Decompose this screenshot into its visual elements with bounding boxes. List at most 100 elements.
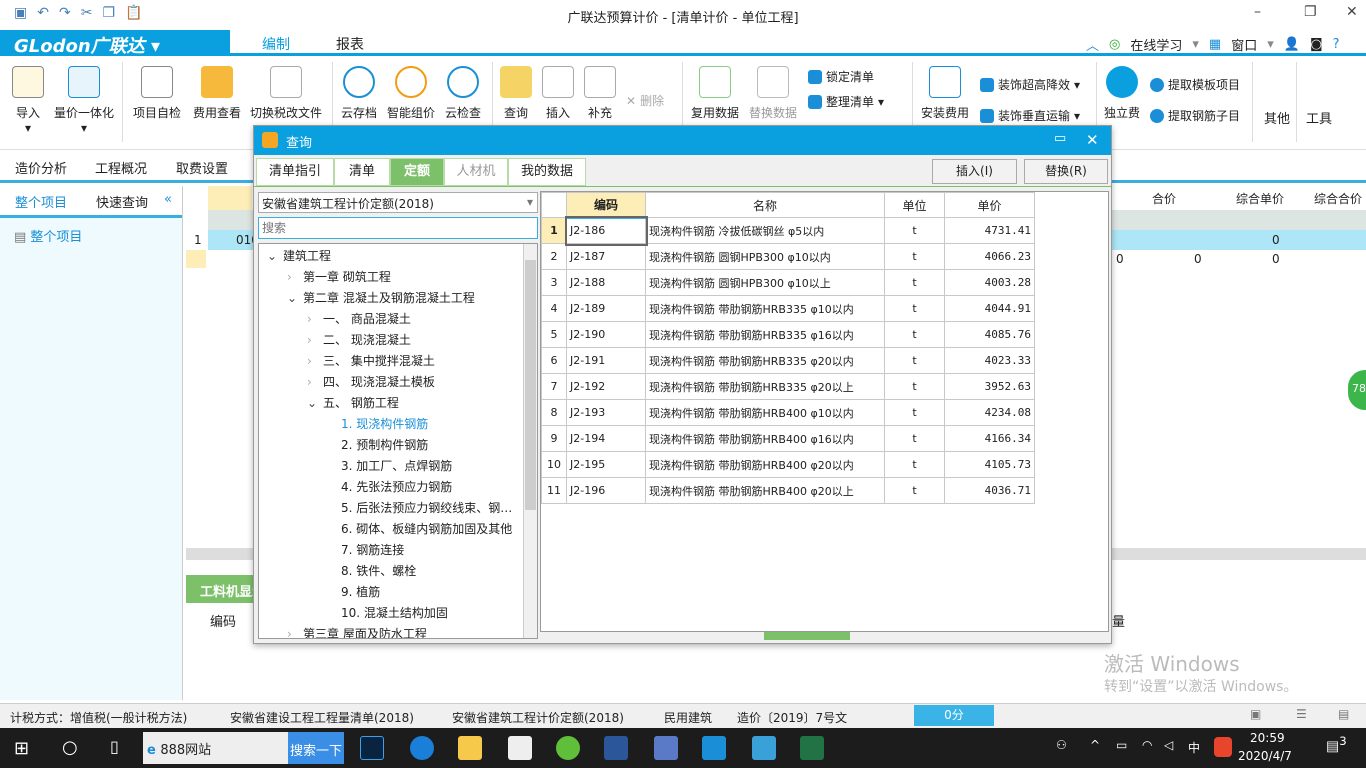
col-name[interactable]: 名称 (645, 192, 885, 218)
tree-item[interactable]: 10. 混凝土结构加固 (341, 603, 448, 624)
chevron-right-icon[interactable]: › (287, 267, 303, 288)
battery-icon[interactable]: ▭ (1116, 738, 1127, 752)
tree-item[interactable]: › 二、 现浇混凝土 (307, 330, 411, 351)
tree-item[interactable]: › 第一章 砌筑工程 (287, 267, 391, 288)
extract-template-button[interactable]: 提取模板项目 (1150, 76, 1240, 93)
project-check-button[interactable]: 项目自检 (130, 66, 184, 121)
chevron-right-icon[interactable]: › (307, 372, 323, 393)
tree-item[interactable]: 7. 钢筋连接 (341, 540, 404, 561)
search-box[interactable]: e 888网站 (143, 732, 289, 764)
minimize-button[interactable]: – (1254, 4, 1261, 20)
wifi-icon[interactable]: ◠ (1142, 738, 1152, 752)
tree-item[interactable]: 5. 后张法预应力钢绞线束、钢… (341, 498, 512, 519)
tree-item[interactable]: 3. 加工厂、点焊钢筋 (341, 456, 452, 477)
query-button[interactable]: 查询 (500, 66, 532, 121)
close-dialog-icon[interactable]: ✕ (1086, 131, 1099, 149)
decoration-height-button[interactable]: 装饰超高降效 ▾ (980, 76, 1080, 93)
user-icon[interactable]: 👤 (1284, 37, 1300, 52)
chevron-down-icon[interactable]: ⌄ (307, 393, 323, 414)
decoration-vertical-button[interactable]: 装饰垂直运输 ▾ (980, 107, 1080, 124)
window-menu-button[interactable]: 窗口 (1231, 35, 1257, 54)
t-app-icon[interactable] (702, 736, 726, 760)
volume-icon[interactable]: ◁ (1164, 738, 1173, 752)
restore-button[interactable]: ❐ (1304, 4, 1317, 20)
table-row[interactable]: 6 J2-191 现浇构件钢筋 带肋钢筋HRB335 φ20以内 t 4023.33 (541, 347, 1035, 374)
tree-item-whole-project[interactable]: ▤ 整个项目 (14, 226, 82, 245)
tab-project-overview[interactable]: 工程概况 (95, 158, 147, 177)
tree-item[interactable]: 4. 先张法预应力钢筋 (341, 477, 452, 498)
close-button[interactable]: ✕ (1346, 4, 1358, 20)
excel-icon[interactable] (800, 736, 824, 760)
search-input[interactable] (258, 217, 538, 239)
delete-button[interactable]: ✕ 删除 (626, 92, 664, 109)
chevron-down-icon[interactable]: ⌄ (287, 288, 303, 309)
table-row[interactable]: 1 J2-186 现浇构件钢筋 冷拔低碳钢丝 φ5以内 t 4731.41 (541, 215, 1035, 246)
sogou-icon[interactable] (1214, 737, 1232, 757)
tab-quota[interactable]: 定额 (390, 158, 444, 186)
tab-my-data[interactable]: 我的数据 (508, 158, 586, 186)
clock-time[interactable]: 20:59 (1250, 731, 1285, 745)
tree-item[interactable]: › 第三章 屋面及防水工程 (287, 624, 427, 638)
task-view-icon[interactable]: ▯ (110, 737, 119, 756)
independent-fee-button[interactable]: 独立费 (1102, 66, 1142, 121)
chevron-right-icon[interactable]: › (307, 351, 323, 372)
cloud-check-button[interactable]: 云检查 (442, 66, 484, 121)
other-button[interactable]: 其他 (1262, 108, 1292, 127)
people-icon[interactable]: ⚇ (1056, 738, 1067, 752)
tree-item[interactable]: 6. 砌体、板缝内钢筋加固及其他 (341, 519, 512, 540)
tree-scrollbar[interactable] (523, 244, 537, 638)
table-row[interactable]: 3 J2-188 现浇构件钢筋 圆钢HPB300 φ10以上 t 4003.28 (541, 269, 1035, 296)
quantity-price-button[interactable]: 量价一体化 ▾ (52, 66, 116, 135)
cortana-icon[interactable]: ○ (62, 737, 78, 758)
table-row[interactable]: 7 J2-192 现浇构件钢筋 带肋钢筋HRB335 φ20以上 t 3952.63 (541, 373, 1035, 400)
tab-report[interactable]: 报表 (336, 34, 364, 54)
table-row[interactable]: 2 J2-187 现浇构件钢筋 圆钢HPB300 φ10以内 t 4066.23 (541, 243, 1035, 270)
photoshop-icon[interactable] (360, 736, 384, 760)
reuse-data-button[interactable]: 复用数据 (690, 66, 740, 121)
fee-view-button[interactable]: 费用查看 (190, 66, 244, 121)
table-row[interactable]: 4 J2-189 现浇构件钢筋 带肋钢筋HRB335 φ10以内 t 4044.91 (541, 295, 1035, 322)
visio-icon[interactable] (654, 736, 678, 760)
collapse-panel-icon[interactable]: « (164, 192, 172, 207)
clock-date[interactable]: 2020/4/7 (1238, 749, 1292, 763)
help-icon[interactable]: ? (1333, 37, 1340, 52)
chevron-right-icon[interactable]: › (287, 624, 303, 638)
tab-list-guide[interactable]: 清单指引 (256, 158, 334, 186)
online-learning-button[interactable]: 在线学习 (1130, 35, 1182, 54)
table-row[interactable]: 5 J2-190 现浇构件钢筋 带肋钢筋HRB335 φ16以内 t 4085.76 (541, 321, 1035, 348)
chevron-right-icon[interactable]: › (307, 330, 323, 351)
insert-button[interactable]: 插入(I) (932, 159, 1017, 184)
collapse-ribbon-icon[interactable]: ︿ (1086, 35, 1099, 54)
tree-item[interactable]: 1. 现浇构件钢筋 (341, 414, 428, 435)
smart-pricing-button[interactable]: 智能组价 (386, 66, 436, 121)
ime-indicator[interactable]: 中 (1188, 739, 1200, 756)
import-button[interactable]: 导入 ▾ (8, 66, 48, 135)
table-row[interactable]: 11 J2-196 现浇构件钢筋 带肋钢筋HRB400 φ20以上 t 4036.71 (541, 477, 1035, 504)
switch-tax-file-button[interactable]: 切换税改文件 (248, 66, 324, 121)
quota-library-select[interactable]: 安徽省建筑工程计价定额(2018) ▾ (258, 192, 538, 213)
tree-item[interactable]: 2. 预制构件钢筋 (341, 435, 428, 456)
install-fee-button[interactable]: 安装费用 (920, 66, 970, 121)
extract-rebar-button[interactable]: 提取钢筋子目 (1150, 107, 1240, 124)
chevron-down-icon[interactable]: ⌄ (267, 246, 283, 267)
lock-list-button[interactable]: 锁定清单 (808, 68, 874, 85)
tab-whole-project[interactable]: 整个项目 (15, 192, 67, 211)
tree-item[interactable]: 9. 植筋 (341, 582, 380, 603)
resource-panel-title[interactable]: 工料机显示 (186, 575, 258, 603)
replace-button[interactable]: 替换(R) (1024, 159, 1108, 184)
insert-button[interactable]: 插入 (542, 66, 574, 121)
chevron-right-icon[interactable]: › (307, 309, 323, 330)
store-icon[interactable] (508, 736, 532, 760)
tab-quick-query[interactable]: 快速查询 (96, 192, 148, 211)
glodon-budget-icon[interactable] (752, 736, 776, 760)
windows-start-icon[interactable]: ⊞ (14, 738, 29, 759)
tray-expand-icon[interactable]: ^ (1090, 738, 1100, 752)
tree-item[interactable]: ⌄ 建筑工程 (267, 246, 331, 267)
view-mode-2-icon[interactable]: ☰ (1296, 707, 1307, 721)
score-badge[interactable]: 0分 (914, 705, 994, 726)
edge-icon[interactable] (410, 736, 434, 760)
notification-icon[interactable]: ▤3 (1326, 734, 1347, 755)
col-unit-price[interactable]: 单价 (944, 192, 1035, 218)
col-code[interactable]: 编码 (566, 192, 646, 219)
file-explorer-icon[interactable] (458, 736, 482, 760)
